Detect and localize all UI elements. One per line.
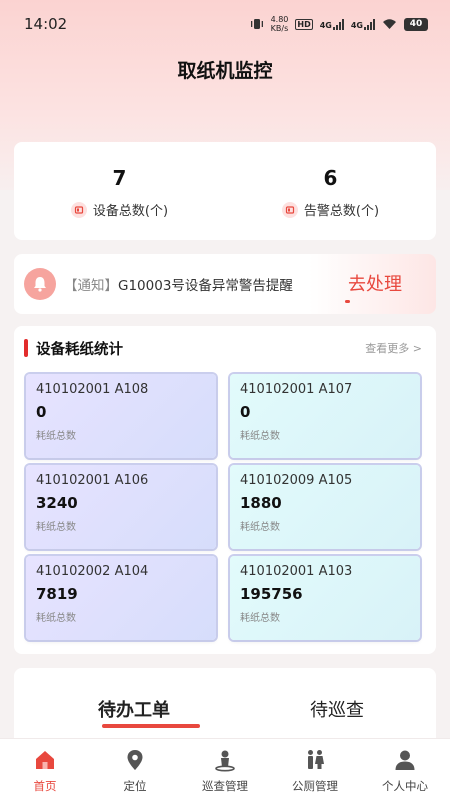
consumption-value: 0	[240, 403, 251, 421]
device-id: 410102002 A104	[36, 564, 149, 579]
device-tile[interactable]: 410102009 A105 1880 耗纸总数	[230, 465, 420, 549]
net-speed: 4.80 KB/s	[271, 15, 289, 33]
device-total-label-row: 设备总数(个)	[70, 200, 169, 219]
consumption-value: 195756	[240, 585, 303, 603]
location-pin-icon	[122, 747, 148, 773]
bell-icon	[24, 268, 56, 300]
status-bar: 14:02 4.80 KB/s HD 4G 4G 40	[0, 0, 450, 48]
consumption-label: 耗纸总数	[240, 522, 280, 533]
user-icon	[392, 747, 418, 773]
net-speed-unit: KB/s	[270, 24, 289, 33]
vibrate-icon	[250, 19, 263, 29]
device-total-stat[interactable]: 7 设备总数(个)	[14, 142, 225, 240]
consumption-header: 设备耗纸统计 查看更多 >	[24, 338, 422, 358]
net-speed-value: 4.80	[270, 15, 289, 24]
consumption-title: 设备耗纸统计	[24, 338, 123, 359]
consumption-grid: 410102001 A108 0 耗纸总数 410102001 A107 0 耗…	[26, 374, 420, 640]
status-icons: 4.80 KB/s HD 4G 4G 40	[250, 15, 428, 33]
sim1-signal: 4G	[319, 18, 344, 30]
page-title: 取纸机监控	[177, 60, 273, 82]
device-id: 410102001 A103	[240, 564, 353, 579]
sim2-signal: 4G	[350, 18, 375, 30]
hd-badge: HD	[295, 18, 313, 30]
consumption-value: 1880	[240, 494, 282, 512]
nav-item-restroom[interactable]: 公厕管理	[270, 739, 360, 800]
nav-label-location: 定位	[123, 779, 147, 793]
device-total-label: 设备总数(个)	[92, 204, 169, 219]
handle-indicator	[345, 300, 350, 303]
alarm-total-value: 6	[323, 166, 338, 190]
nav-label-home: 首页	[33, 779, 57, 793]
handle-button[interactable]: 去处理	[348, 270, 402, 296]
sim2-label: 4G	[350, 20, 363, 30]
tab-pending-orders[interactable]: 待办工单	[98, 696, 170, 722]
bottom-nav: 首页 定位 巡查管理 公厕管理 个人中心	[0, 738, 450, 800]
nav-label-restroom: 公厕管理	[292, 779, 338, 793]
device-tile[interactable]: 410102001 A103 195756 耗纸总数	[230, 556, 420, 640]
notice-banner[interactable]: 【通知】G10003号设备异常警告提醒 去处理	[14, 254, 436, 314]
device-tile[interactable]: 410102001 A106 3240 耗纸总数	[26, 465, 216, 549]
consumption-value: 3240	[36, 494, 78, 512]
consumption-label: 耗纸总数	[36, 431, 76, 442]
home-icon	[32, 747, 58, 773]
device-tile[interactable]: 410102002 A104 7819 耗纸总数	[26, 556, 216, 640]
status-time: 14:02	[24, 15, 68, 33]
sim1-label: 4G	[319, 20, 332, 30]
restroom-icon	[302, 747, 328, 773]
alarm-total-label: 告警总数(个)	[303, 204, 380, 219]
task-tabs: 待办工单 待巡查	[14, 668, 436, 748]
device-id: 410102001 A107	[240, 382, 353, 397]
device-icon	[70, 201, 87, 218]
consumption-label: 耗纸总数	[36, 522, 76, 533]
nav-item-location[interactable]: 定位	[90, 739, 180, 800]
device-id: 410102009 A105	[240, 473, 353, 488]
patrol-icon	[212, 747, 238, 773]
alarm-icon	[281, 201, 298, 218]
consumption-label: 耗纸总数	[240, 613, 280, 624]
battery-icon: 40	[404, 17, 428, 31]
notice-text: 【通知】G10003号设备异常警告提醒	[64, 274, 293, 294]
nav-label-profile: 个人中心	[382, 779, 428, 793]
alarm-total-label-row: 告警总数(个)	[281, 200, 380, 219]
consumption-label: 耗纸总数	[36, 613, 76, 624]
device-tile[interactable]: 410102001 A107 0 耗纸总数	[230, 374, 420, 458]
consumption-value: 0	[36, 403, 47, 421]
consumption-section: 设备耗纸统计 查看更多 > 410102001 A108 0 耗纸总数 4101…	[14, 326, 436, 654]
nav-item-profile[interactable]: 个人中心	[360, 739, 450, 800]
nav-item-patrol[interactable]: 巡查管理	[180, 739, 270, 800]
consumption-label: 耗纸总数	[240, 431, 280, 442]
device-id: 410102001 A106	[36, 473, 149, 488]
nav-item-home[interactable]: 首页	[0, 739, 90, 800]
notice-tag: 【通知】	[64, 278, 118, 294]
wifi-icon	[383, 19, 396, 29]
nav-label-patrol: 巡查管理	[202, 779, 248, 793]
device-tile[interactable]: 410102001 A108 0 耗纸总数	[26, 374, 216, 458]
device-id: 410102001 A108	[36, 382, 149, 397]
active-tab-indicator	[102, 724, 200, 728]
device-total-value: 7	[112, 166, 127, 190]
consumption-value: 7819	[36, 585, 78, 603]
summary-card: 7 设备总数(个) 6 告警总数(个)	[14, 142, 436, 240]
notice-message: G10003号设备异常警告提醒	[118, 278, 293, 294]
alarm-total-stat[interactable]: 6 告警总数(个)	[225, 142, 436, 240]
view-more-link[interactable]: 查看更多 >	[365, 340, 422, 356]
tab-pending-patrol[interactable]: 待巡查	[310, 696, 364, 722]
